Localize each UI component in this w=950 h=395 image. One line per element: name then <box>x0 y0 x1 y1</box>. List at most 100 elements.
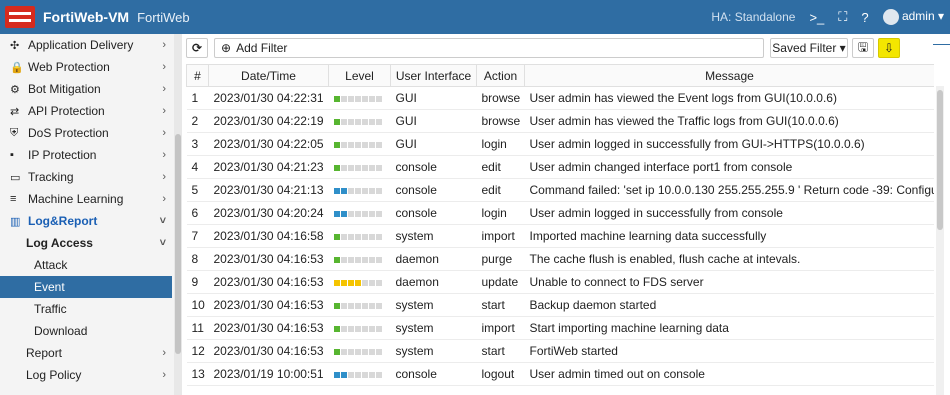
cell-msg: User admin logged in successfully from c… <box>524 201 934 225</box>
sidebar-item-label: Application Delivery <box>28 38 134 52</box>
table-row[interactable]: 12 2023/01/30 04:16:53 system start FortiWeb… <box>186 339 934 363</box>
sidebar-item-label: Tracking <box>28 170 74 184</box>
cell-ui: system <box>390 293 477 317</box>
chevron-icon: › <box>162 149 166 161</box>
sidebar-item-event[interactable]: Event <box>0 276 172 298</box>
sidebar-item-log-access[interactable]: Log Access ˅ <box>0 232 172 254</box>
column-header[interactable]: # <box>186 64 209 87</box>
cell-msg: Start importing machine learning data <box>524 316 934 340</box>
chevron-icon: › <box>162 105 166 117</box>
level-bars-icon <box>333 371 382 378</box>
cell-action: update <box>476 270 525 294</box>
table-row[interactable]: 9 2023/01/30 04:16:53 daemon update Unable t… <box>186 270 934 294</box>
sidebar-item-traffic[interactable]: Traffic <box>0 298 172 320</box>
table-row[interactable]: 3 2023/01/30 04:22:05 GUI login User admin l… <box>186 132 934 156</box>
cell-n: 13 <box>186 362 209 386</box>
user-menu[interactable]: admin ▾ <box>882 9 944 25</box>
swap-icon: ⇄ <box>10 105 20 118</box>
refresh-button[interactable]: ⟳ <box>186 38 208 58</box>
cell-ui: GUI <box>390 86 477 110</box>
sidebar-item-ip-protection[interactable]: ▪ IP Protection › <box>0 144 172 166</box>
cell-dt: 2023/01/30 04:16:53 <box>208 316 329 340</box>
table-scroll-thumb[interactable] <box>937 90 943 230</box>
column-header[interactable]: Action <box>476 64 525 87</box>
table-row[interactable]: 8 2023/01/30 04:16:53 daemon purge The cache… <box>186 247 934 271</box>
sidebar-item-application-delivery[interactable]: ✣ Application Delivery › <box>0 34 172 56</box>
cell-msg: User admin changed interface port1 from … <box>524 155 934 179</box>
save-icon[interactable]: 🖫 <box>852 38 874 58</box>
cell-n: 1 <box>186 86 209 110</box>
level-indicator <box>328 339 391 363</box>
cell-dt: 2023/01/30 04:16:53 <box>208 270 329 294</box>
sidebar-item-label: Bot Mitigation <box>28 82 101 96</box>
column-header[interactable]: Date/Time <box>208 64 329 87</box>
sidebar-item-download[interactable]: Download <box>0 320 172 342</box>
sidebar-item-dos-protection[interactable]: ⛨ DoS Protection › <box>0 122 172 144</box>
sidebar-item-machine-learning[interactable]: ≡ Machine Learning › <box>0 188 172 210</box>
cell-dt: 2023/01/30 04:21:23 <box>208 155 329 179</box>
top-bar: FortiWeb-VM FortiWeb HA: Standalone >_ ⛶… <box>0 0 950 34</box>
level-indicator <box>328 132 391 156</box>
sidebar-item-label: Log Policy <box>26 368 82 382</box>
app-delivery-icon: ✣ <box>10 39 20 52</box>
level-bars-icon <box>333 256 382 263</box>
table-row[interactable]: 1 2023/01/30 04:22:31 GUI browse User admin … <box>186 86 934 110</box>
cell-msg: User admin has viewed the Event logs fro… <box>524 86 934 110</box>
sidebar-item-label: Log&Report <box>28 214 98 228</box>
add-filter-button[interactable]: ⊕ Add Filter <box>214 38 764 58</box>
sidebar: ✣ Application Delivery › 🔒 Web Protection › ⚙ B… <box>0 34 182 395</box>
table-row[interactable]: 6 2023/01/30 04:20:24 console login User adm… <box>186 201 934 225</box>
table-row[interactable]: 11 2023/01/30 04:16:53 system import Start i… <box>186 316 934 340</box>
cell-msg: User admin logged in successfully from G… <box>524 132 934 156</box>
cli-console-icon[interactable]: >_ <box>809 10 824 25</box>
sidebar-item-log-report[interactable]: ▥ Log&Report ˅ <box>0 210 172 232</box>
table-row[interactable]: 2 2023/01/30 04:22:19 GUI browse User admin … <box>186 109 934 133</box>
chevron-icon: › <box>162 193 166 205</box>
cell-n: 10 <box>186 293 209 317</box>
table-row[interactable]: 13 2023/01/19 10:00:51 console logout User a… <box>186 362 934 386</box>
tooltip-pointer <box>933 44 950 45</box>
cell-dt: 2023/01/30 04:22:05 <box>208 132 329 156</box>
table-row[interactable]: 7 2023/01/30 04:16:58 system import Imported… <box>186 224 934 248</box>
level-indicator <box>328 293 391 317</box>
table-row[interactable]: 10 2023/01/30 04:16:53 system start Backup d… <box>186 293 934 317</box>
fullscreen-icon[interactable]: ⛶ <box>838 9 847 25</box>
sidebar-item-tracking[interactable]: ▭ Tracking › <box>0 166 172 188</box>
level-indicator <box>328 155 391 179</box>
column-header[interactable]: User Interface <box>390 64 477 87</box>
sidebar-item-label: API Protection <box>28 104 105 118</box>
cell-action: login <box>476 132 525 156</box>
sidebar-item-log-policy[interactable]: Log Policy › <box>0 364 172 386</box>
sidebar-item-label: IP Protection <box>28 148 97 162</box>
sidebar-scrollbar[interactable] <box>174 34 182 395</box>
column-header[interactable]: Message <box>524 64 934 87</box>
sidebar-item-api-protection[interactable]: ⇄ API Protection › <box>0 100 172 122</box>
table-row[interactable]: 4 2023/01/30 04:21:23 console edit User admi… <box>186 155 934 179</box>
cell-dt: 2023/01/30 04:22:31 <box>208 86 329 110</box>
level-indicator <box>328 201 391 225</box>
level-indicator <box>328 86 391 110</box>
cell-msg: Command failed: 'set ip 10.0.0.130 255.2… <box>524 178 934 202</box>
level-indicator <box>328 247 391 271</box>
sidebar-scroll-thumb[interactable] <box>175 134 181 354</box>
export-icon[interactable]: ⇩ <box>878 38 900 58</box>
saved-filter-dropdown[interactable]: Saved Filter ▾ <box>770 38 848 58</box>
ha-status[interactable]: HA: Standalone <box>711 10 795 24</box>
chart-icon: ▥ <box>10 215 21 228</box>
column-header[interactable]: Level <box>328 64 391 87</box>
cell-msg: User admin has viewed the Traffic logs f… <box>524 109 934 133</box>
table-scrollbar[interactable] <box>936 86 944 395</box>
cell-ui: console <box>390 362 477 386</box>
cell-msg: FortiWeb started <box>524 339 934 363</box>
cell-n: 11 <box>186 316 209 340</box>
cell-ui: GUI <box>390 109 477 133</box>
help-icon[interactable]: ? <box>861 10 868 25</box>
sidebar-item-web-protection[interactable]: 🔒 Web Protection › <box>0 56 172 78</box>
sidebar-item-bot-mitigation[interactable]: ⚙ Bot Mitigation › <box>0 78 172 100</box>
sidebar-item-report[interactable]: Report › <box>0 342 172 364</box>
sidebar-item-attack[interactable]: Attack <box>0 254 172 276</box>
table-row[interactable]: 5 2023/01/30 04:21:13 console edit Command f… <box>186 178 934 202</box>
cell-action: import <box>476 316 525 340</box>
cell-dt: 2023/01/30 04:16:58 <box>208 224 329 248</box>
cell-ui: console <box>390 155 477 179</box>
